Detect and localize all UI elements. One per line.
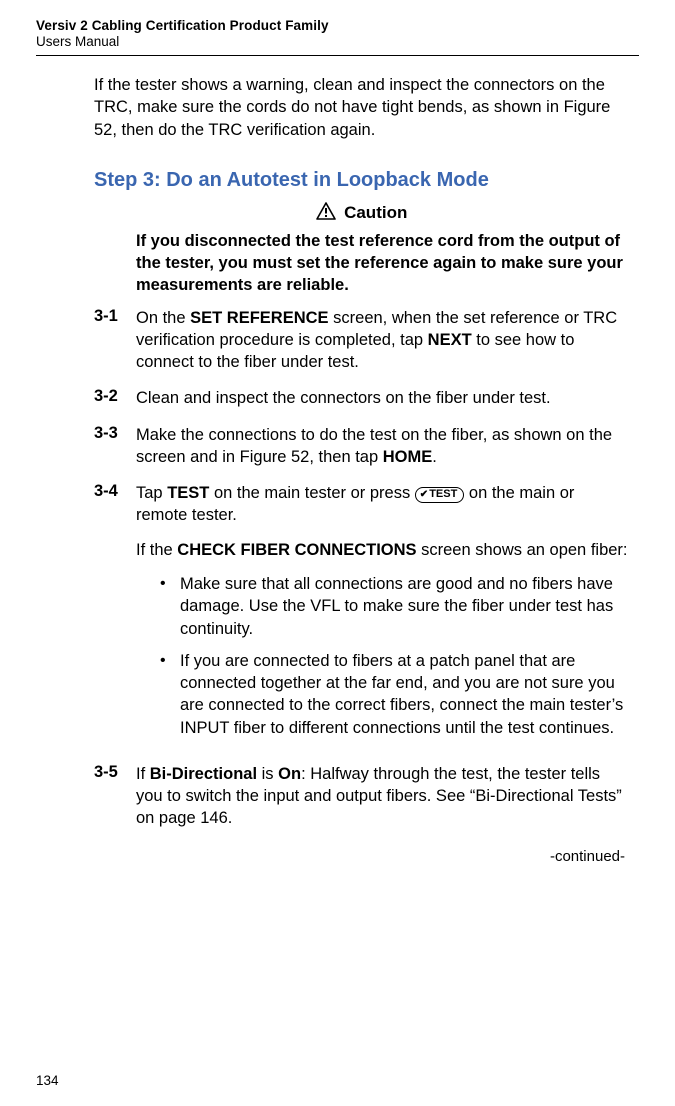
step-number: 3-1 [94, 307, 136, 374]
test-button-icon: ✔TEST [415, 487, 465, 503]
text: On the [136, 309, 190, 327]
step-3-1: 3-1 On the SET REFERENCE screen, when th… [94, 307, 629, 374]
header-subtitle: Users Manual [36, 34, 639, 49]
page-body: If the tester shows a warning, clean and… [36, 56, 639, 865]
list-item: Make sure that all connections are good … [160, 573, 629, 640]
ui-term-home: HOME [383, 448, 433, 466]
text: Clean and inspect the connectors on the … [136, 387, 629, 409]
step-body: On the SET REFERENCE screen, when the se… [136, 307, 629, 374]
step-number: 3-3 [94, 424, 136, 469]
text: screen shows an open fiber: [417, 541, 628, 559]
step-3-2: 3-2 Clean and inspect the connectors on … [94, 387, 629, 409]
text: is [257, 765, 278, 783]
warning-icon [316, 202, 336, 225]
intro-paragraph: If the tester shows a warning, clean and… [94, 74, 629, 141]
continued-marker: -continued- [94, 848, 629, 865]
header-title: Versiv 2 Cabling Certification Product F… [36, 18, 639, 33]
caution-label: Caution [344, 203, 407, 223]
running-header: Versiv 2 Cabling Certification Product F… [36, 18, 639, 56]
text: . [432, 448, 437, 466]
page: Versiv 2 Cabling Certification Product F… [0, 0, 675, 1106]
text: Tap [136, 484, 167, 502]
list-item: If you are connected to fibers at a patc… [160, 650, 629, 739]
step-number: 3-2 [94, 387, 136, 409]
step-3-3: 3-3 Make the connections to do the test … [94, 424, 629, 469]
ui-term-test: TEST [167, 484, 209, 502]
ui-term-bidirectional: Bi-Directional [150, 765, 257, 783]
step-number: 3-4 [94, 482, 136, 749]
ui-term-check-fiber: CHECK FIBER CONNECTIONS [177, 541, 416, 559]
test-button-label: TEST [429, 488, 457, 500]
caution-text: If you disconnected the test reference c… [136, 231, 629, 297]
caution-heading: Caution [94, 202, 629, 225]
step-body: Make the connections to do the test on t… [136, 424, 629, 469]
ui-term-next: NEXT [428, 331, 472, 349]
step-body: Tap TEST on the main tester or press ✔TE… [136, 482, 629, 749]
bullet-list: Make sure that all connections are good … [136, 573, 629, 739]
ui-term-set-reference: SET REFERENCE [190, 309, 328, 327]
section-heading: Step 3: Do an Autotest in Loopback Mode [94, 169, 629, 192]
step-3-4: 3-4 Tap TEST on the main tester or press… [94, 482, 629, 749]
step-number: 3-5 [94, 763, 136, 830]
step-body: If Bi-Directional is On: Halfway through… [136, 763, 629, 830]
text: If [136, 765, 150, 783]
step-3-5: 3-5 If Bi-Directional is On: Halfway thr… [94, 763, 629, 830]
page-number: 134 [36, 1073, 59, 1088]
step-body: Clean and inspect the connectors on the … [136, 387, 629, 409]
ui-term-on: On [278, 765, 301, 783]
text: If the [136, 541, 177, 559]
text: Make the connections to do the test on t… [136, 426, 612, 466]
check-icon: ✔ [420, 489, 428, 500]
text: on the main tester or press [209, 484, 414, 502]
